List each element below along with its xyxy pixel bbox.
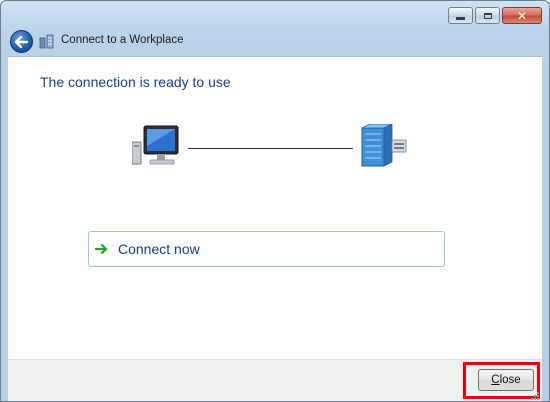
maximize-button[interactable]: [475, 7, 500, 24]
connect-now-label: Connect now: [118, 241, 200, 257]
window-close-button[interactable]: ✕: [502, 7, 542, 24]
workplace-server-icon: [361, 124, 407, 167]
minimize-icon: [456, 16, 465, 20]
back-arrow-icon: [15, 35, 28, 48]
close-icon: ✕: [516, 8, 528, 23]
connection-line: [188, 148, 353, 149]
connect-now-link[interactable]: Connect now: [88, 231, 445, 267]
window-title: Connect to a Workplace: [61, 34, 184, 46]
close-label-rest: lose: [499, 374, 521, 386]
footer-bar: Close: [8, 359, 542, 401]
content-panel: The connection is ready to use Connect n…: [8, 56, 542, 360]
back-button[interactable]: [10, 30, 33, 53]
minimize-button[interactable]: [448, 7, 473, 24]
close-button[interactable]: Close: [478, 369, 534, 391]
caption-buttons: ✕: [448, 7, 542, 24]
close-accelerator: C: [491, 374, 500, 386]
maximize-icon: [483, 12, 492, 19]
green-arrow-icon: [95, 243, 108, 255]
resize-grip-icon[interactable]: [530, 391, 540, 401]
connect-workplace-window: ✕ Connect to a Workplace The connection …: [0, 0, 550, 402]
connection-diagram: [8, 57, 542, 257]
computer-icon: [132, 125, 179, 165]
workplace-network-icon: [39, 34, 54, 49]
